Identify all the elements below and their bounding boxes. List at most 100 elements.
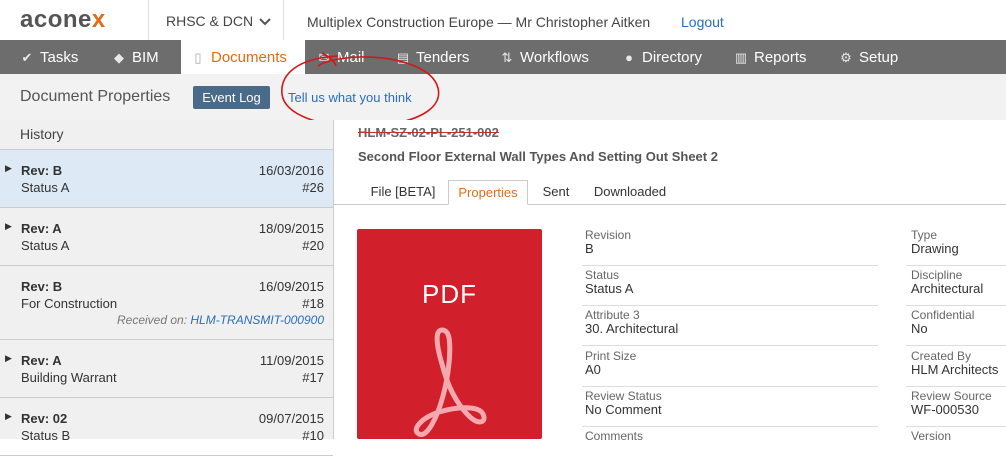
property-confidential: Confidential No	[906, 306, 1006, 346]
people-icon: ●	[625, 50, 633, 65]
property-label: Created By	[911, 349, 972, 363]
revision-number: #10	[302, 428, 324, 443]
nav-reports[interactable]: ▥ Reports	[734, 40, 807, 74]
nav-label: Setup	[859, 49, 899, 66]
gear-icon: ⚙	[840, 50, 852, 65]
revision-item[interactable]: ▶ Rev: B 16/03/2016 Status A #26	[0, 150, 333, 208]
nav-tenders[interactable]: ▤ Tenders	[396, 40, 470, 74]
property-label: Revision	[585, 228, 632, 242]
nav-label: Workflows	[520, 49, 589, 66]
property-label: Discipline	[911, 268, 963, 282]
acrobat-icon	[413, 327, 487, 437]
property-value: 30. Architectural	[585, 321, 679, 336]
revision-item[interactable]: ▶ Rev: A 11/09/2015 Building Warrant #17	[0, 340, 333, 398]
revision-label: Rev: A	[21, 353, 62, 368]
revision-status: Status B	[21, 428, 71, 443]
event-log-button[interactable]: Event Log	[193, 86, 270, 109]
revision-number: #20	[302, 238, 324, 253]
tab-file[interactable]: File [BETA]	[358, 180, 448, 204]
property-review-source: Review Source WF-000530	[906, 387, 1006, 427]
property-value: Status A	[585, 281, 634, 296]
history-sidebar: History ▶ Rev: B 16/03/2016 Status A #26…	[0, 120, 334, 456]
property-value: No Comment	[585, 402, 662, 417]
nav-bim[interactable]: ◆ BIM	[112, 40, 159, 74]
check-icon: ✔	[21, 50, 33, 65]
chart-icon: ▥	[734, 50, 748, 65]
mail-icon: ✉	[318, 50, 330, 65]
tab-downloaded[interactable]: Downloaded	[586, 180, 674, 204]
revision-item[interactable]: ▶ Rev: 02 09/07/2015 Status B #10	[0, 398, 333, 456]
pdf-label: PDF	[422, 279, 477, 309]
property-attribute-3: Attribute 3 30. Architectural	[582, 306, 878, 346]
property-label: Comments	[585, 429, 644, 443]
top-bar: aconex RHSC & DCN Multiplex Construction…	[0, 0, 1006, 41]
property-label: Review Status	[585, 389, 662, 403]
logout-link[interactable]: Logout	[681, 14, 724, 30]
property-value: No	[911, 321, 928, 336]
revision-number: #18	[302, 296, 324, 311]
nav-setup[interactable]: ⚙ Setup	[839, 40, 898, 74]
nav-label: BIM	[132, 49, 159, 66]
revision-number: #26	[302, 180, 324, 195]
property-status: Status Status A	[582, 266, 878, 306]
property-label: Confidential	[911, 308, 975, 322]
property-value: WF-000530	[911, 402, 979, 417]
property-value: A0	[585, 362, 601, 377]
expand-arrow-icon[interactable]: ▶	[5, 411, 12, 422]
revision-date: 11/09/2015	[259, 353, 324, 368]
expand-arrow-icon[interactable]: ▶	[5, 353, 12, 364]
property-label: Print Size	[585, 349, 637, 363]
expand-arrow-icon[interactable]: ▶	[5, 163, 12, 174]
document-number: HLM-SZ-02-PL-251-002	[358, 125, 499, 140]
project-name: RHSC & DCN	[166, 13, 254, 29]
tab-properties[interactable]: Properties	[448, 180, 528, 205]
project-selector[interactable]: RHSC & DCN	[148, 0, 284, 40]
revision-label: Rev: B	[21, 279, 63, 294]
nav-documents[interactable]: ▯ Documents	[181, 40, 305, 74]
received-on: Received on: HLM-TRANSMIT-000900	[117, 313, 324, 327]
property-review-status: Review Status No Comment	[582, 387, 878, 427]
aconex-logo[interactable]: aconex	[20, 6, 106, 34]
logo-x: x	[91, 6, 106, 33]
revision-date: 09/07/2015	[258, 411, 324, 426]
nav-label: Tenders	[416, 49, 470, 66]
revision-status: For Construction	[21, 296, 118, 311]
property-print-size: Print Size A0	[582, 347, 878, 387]
nav-label: Documents	[211, 49, 287, 66]
revision-number: #17	[302, 370, 324, 385]
property-label: Attribute 3	[585, 308, 640, 322]
workflow-icon: ⇅	[501, 50, 513, 65]
nav-tasks[interactable]: ✔ Tasks	[20, 40, 79, 74]
transmittal-link[interactable]: HLM-TRANSMIT-000900	[190, 313, 324, 327]
property-created-by: Created By HLM Architects	[906, 347, 1006, 387]
nav-directory[interactable]: ● Directory	[622, 40, 702, 74]
document-icon: ▯	[194, 50, 202, 65]
pdf-preview[interactable]: PDF	[357, 229, 542, 439]
feedback-link[interactable]: Tell us what you think	[288, 90, 412, 105]
nav-mail[interactable]: ✉ Mail	[317, 40, 365, 74]
main-nav: ✔ Tasks ◆ BIM ▯ Documents ✉ Mail ▤ Tenders ⇅ W…	[0, 40, 1006, 74]
history-heading: History	[0, 120, 333, 150]
property-value: B	[585, 241, 594, 256]
property-label: Status	[585, 268, 620, 282]
revision-item[interactable]: Rev: B 16/09/2015 For Construction #18 R…	[0, 266, 333, 340]
nav-workflows[interactable]: ⇅ Workflows	[500, 40, 589, 74]
revision-status: Building Warrant	[21, 370, 117, 385]
property-value: HLM Architects	[911, 362, 999, 377]
property-label: Version	[911, 429, 952, 443]
property-type: Type Drawing	[906, 226, 1006, 266]
cube-icon: ◆	[114, 50, 124, 65]
expand-arrow-icon[interactable]: ▶	[5, 221, 12, 232]
logo-text: acone	[20, 6, 92, 33]
revision-label: Rev: B	[21, 163, 63, 178]
sub-header: Document Properties Event Log Tell us wh…	[0, 74, 1006, 121]
tab-sent[interactable]: Sent	[532, 180, 580, 204]
property-label: Review Source	[911, 389, 992, 403]
revision-item[interactable]: ▶ Rev: A 18/09/2015 Status A #20	[0, 208, 333, 266]
revision-label: Rev: A	[21, 221, 62, 236]
page-title: Document Properties	[20, 88, 171, 105]
property-comments: Comments	[582, 427, 878, 467]
revision-status: Status A	[21, 180, 70, 195]
property-discipline: Discipline Architectural	[906, 266, 1006, 306]
chevron-down-icon	[259, 0, 271, 42]
